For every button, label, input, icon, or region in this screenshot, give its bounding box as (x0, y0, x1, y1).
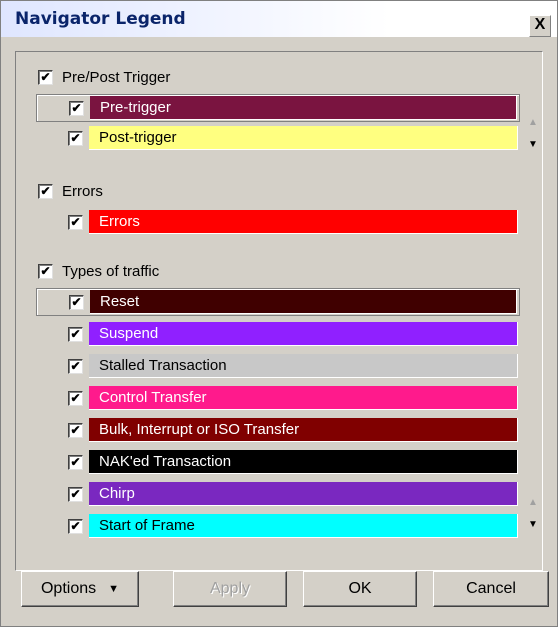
legend-row-suspend[interactable]: ✔ Suspend (36, 320, 520, 348)
scroll-down-arrow-icon[interactable]: ▼ (528, 140, 538, 150)
checkbox-bulk-transfer[interactable]: ✔ (68, 422, 83, 438)
swatch-stalled-transaction[interactable]: Stalled Transaction (89, 354, 518, 378)
swatch-control-transfer[interactable]: Control Transfer (89, 386, 518, 410)
scroll-up-arrow-icon[interactable]: ▲ (528, 118, 538, 128)
close-button[interactable]: X (529, 15, 551, 37)
cancel-button[interactable]: Cancel (433, 571, 549, 607)
checkbox-post-trigger[interactable]: ✔ (68, 130, 83, 146)
scroll-down-arrow-icon[interactable]: ▼ (528, 520, 538, 530)
group-label: Types of traffic (62, 262, 160, 280)
apply-label: Apply (209, 580, 251, 597)
dropdown-arrow-icon: ▼ (108, 583, 120, 595)
legend-row-post-trigger[interactable]: ✔ Post-trigger (36, 124, 520, 152)
legend-row-stalled-transaction[interactable]: ✔ Stalled Transaction (36, 352, 520, 380)
checkbox-start-of-frame[interactable]: ✔ (68, 518, 83, 534)
legend-row-start-of-frame[interactable]: ✔ Start of Frame (36, 512, 520, 540)
legend-row-pre-trigger[interactable]: ✔ Pre-trigger (36, 94, 520, 122)
close-icon: X (534, 16, 546, 33)
swatch-start-of-frame[interactable]: Start of Frame (89, 514, 518, 538)
checkbox-stalled-transaction[interactable]: ✔ (68, 358, 83, 374)
swatch-pre-trigger[interactable]: Pre-trigger (90, 96, 517, 120)
legend-list: ✔ Pre/Post Trigger ✔ Pre-trigger ✔ Post-… (15, 51, 543, 571)
swatch-reset[interactable]: Reset (90, 290, 517, 314)
swatch-suspend[interactable]: Suspend (89, 322, 518, 346)
legend-row-control-transfer[interactable]: ✔ Control Transfer (36, 384, 520, 412)
checkbox-suspend[interactable]: ✔ (68, 326, 83, 342)
scroll-up-arrow-icon[interactable]: ▲ (528, 498, 538, 508)
swatch-bulk-transfer[interactable]: Bulk, Interrupt or ISO Transfer (89, 418, 518, 442)
navigator-legend-dialog: Navigator Legend X ✔ Pre/Post Trigger ✔ … (0, 0, 558, 627)
checkbox-pre-post-trigger[interactable]: ✔ (38, 69, 53, 85)
ok-label: OK (348, 580, 372, 597)
swatch-chirp[interactable]: Chirp (89, 482, 518, 506)
legend-row-bulk-transfer[interactable]: ✔ Bulk, Interrupt or ISO Transfer (36, 416, 520, 444)
legend-row-chirp[interactable]: ✔ Chirp (36, 480, 520, 508)
checkbox-pre-trigger[interactable]: ✔ (69, 100, 84, 116)
group-types-of-traffic[interactable]: ✔ Types of traffic (38, 260, 159, 282)
cancel-label: Cancel (466, 580, 516, 597)
checkbox-types-of-traffic[interactable]: ✔ (38, 263, 53, 279)
legend-row-naked-transaction[interactable]: ✔ NAK'ed Transaction (36, 448, 520, 476)
checkbox-chirp[interactable]: ✔ (68, 486, 83, 502)
options-button[interactable]: Options ▼ (21, 571, 139, 607)
group-pre-post-trigger[interactable]: ✔ Pre/Post Trigger (38, 66, 170, 88)
swatch-naked-transaction[interactable]: NAK'ed Transaction (89, 450, 518, 474)
ok-button[interactable]: OK (303, 571, 417, 607)
checkbox-reset[interactable]: ✔ (69, 294, 84, 310)
title-bar[interactable]: Navigator Legend X (1, 1, 557, 37)
group-errors[interactable]: ✔ Errors (38, 180, 103, 202)
checkbox-control-transfer[interactable]: ✔ (68, 390, 83, 406)
swatch-post-trigger[interactable]: Post-trigger (89, 126, 518, 150)
options-label: Options (40, 580, 97, 597)
checkbox-naked-transaction[interactable]: ✔ (68, 454, 83, 470)
checkbox-errors-group[interactable]: ✔ (38, 183, 53, 199)
apply-button[interactable]: Apply (173, 571, 287, 607)
swatch-errors[interactable]: Errors (89, 210, 518, 234)
dialog-title: Navigator Legend (15, 9, 186, 29)
legend-row-reset[interactable]: ✔ Reset (36, 288, 520, 316)
group-label: Errors (62, 182, 103, 200)
group-label: Pre/Post Trigger (62, 68, 171, 86)
legend-row-errors[interactable]: ✔ Errors (36, 208, 520, 236)
checkbox-errors[interactable]: ✔ (68, 214, 83, 230)
